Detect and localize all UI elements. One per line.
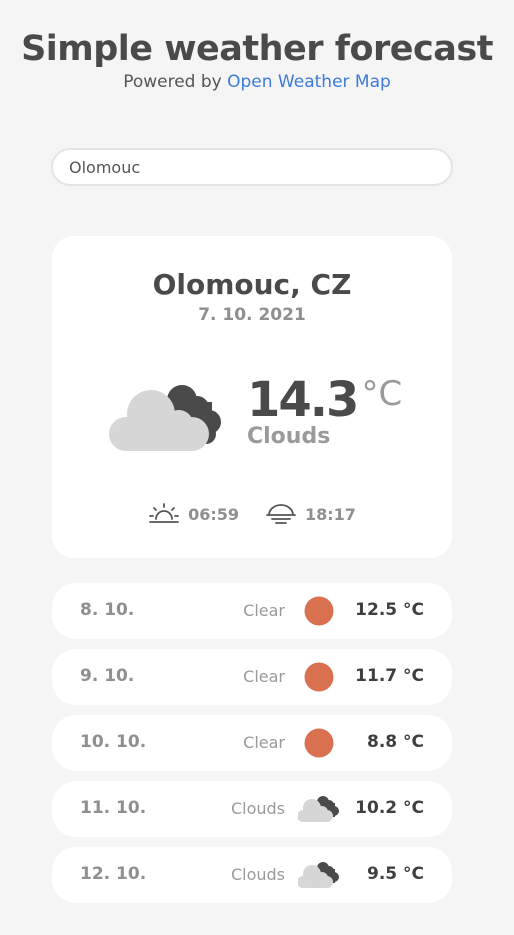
current-date: 7. 10. 2021 [198,305,306,325]
forecast-date: 12. 10. [80,864,147,884]
sunrise-time: 06:59 [188,504,239,524]
sunrise: 06:59 [148,502,239,526]
powered-by: Powered by Open Weather Map [0,72,514,92]
forecast-condition: Clouds [230,799,285,818]
forecast-list: 8. 10. Clear 12.5 °C 9. 10. Clear 11.7 °… [52,583,452,913]
forecast-date: 9. 10. [80,666,135,686]
forecast-condition: Clouds [230,865,285,884]
clear-icon [304,662,334,692]
sun-times: 06:59 18:17 [52,502,452,526]
current-temperature: 14.3 [247,372,359,428]
city-name: Olomouc, CZ [152,268,352,301]
forecast-temperature: 10.2 °C [355,798,424,818]
header: Simple weather forecast Powered by Open … [0,0,514,92]
current-condition: Clouds [247,424,331,449]
forecast-temperature: 12.5 °C [355,600,424,620]
forecast-temperature: 11.7 °C [355,666,424,686]
powered-by-label: Powered by [123,72,222,92]
forecast-row: 10. 10. Clear 8.8 °C [52,715,452,771]
forecast-condition: Clear [243,667,285,686]
sunset: 18:17 [265,502,356,526]
sunrise-icon [149,503,179,523]
city-search-input[interactable] [51,148,453,186]
page-title: Simple weather forecast [21,29,493,69]
forecast-date: 8. 10. [80,600,135,620]
temperature-unit: °C [361,374,403,414]
forecast-condition: Clear [243,733,285,752]
forecast-row: 9. 10. Clear 11.7 °C [52,649,452,705]
clear-icon [304,728,334,758]
temperature-block: 14.3 °C Clouds [247,374,402,449]
clouds-icon [298,862,339,888]
current-weather-card: Olomouc, CZ 7. 10. 2021 14.3 °C Clouds 0… [52,236,452,558]
clouds-icon [298,796,339,822]
forecast-row: 8. 10. Clear 12.5 °C [52,583,452,639]
forecast-date: 10. 10. [80,732,147,752]
forecast-date: 11. 10. [80,798,147,818]
clear-icon [304,596,334,626]
sunset-icon [266,504,296,524]
forecast-row: 12. 10. Clouds 9.5 °C [52,847,452,903]
sunset-time: 18:17 [305,504,356,524]
forecast-condition: Clear [243,601,285,620]
open-weather-map-link[interactable]: Open Weather Map [227,72,391,92]
forecast-temperature: 8.8 °C [366,732,424,752]
forecast-row: 11. 10. Clouds 10.2 °C [52,781,452,837]
clouds-icon [109,385,221,451]
forecast-temperature: 9.5 °C [366,864,424,884]
